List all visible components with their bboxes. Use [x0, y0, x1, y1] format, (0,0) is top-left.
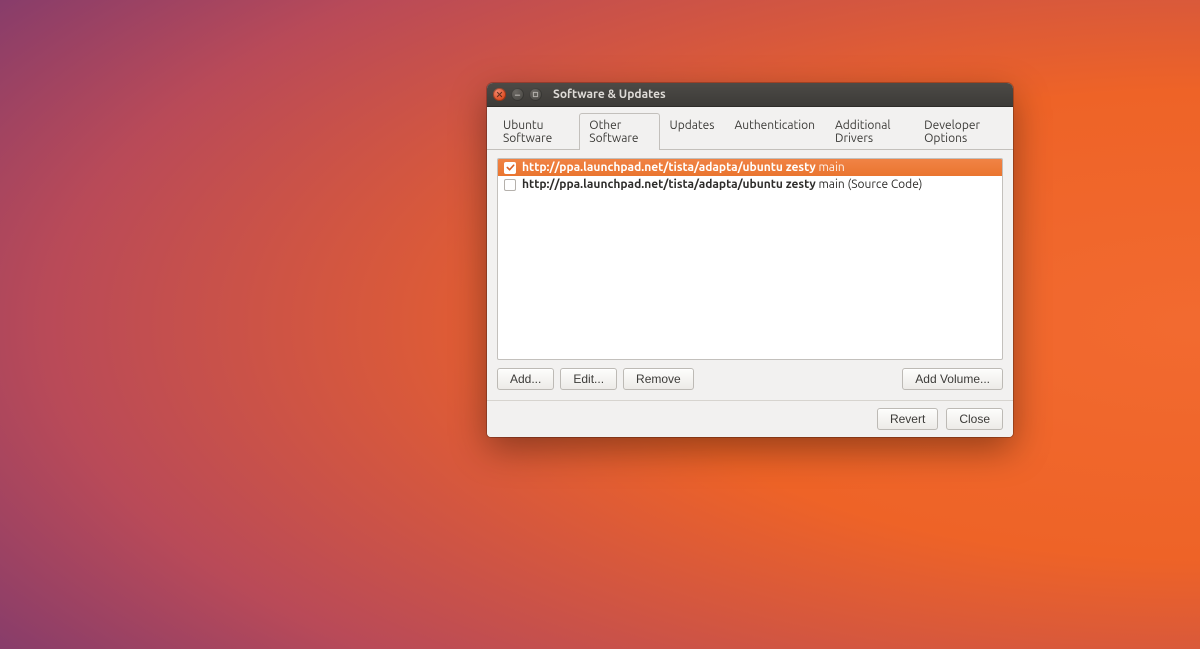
tab-content: http://ppa.launchpad.net/tista/adapta/ub… — [487, 150, 1013, 400]
source-checkbox[interactable] — [504, 162, 516, 174]
titlebar[interactable]: Software & Updates — [487, 83, 1013, 107]
close-button[interactable]: Close — [946, 408, 1003, 430]
tab-additional-drivers[interactable]: Additional Drivers — [825, 113, 914, 150]
tabbar: Ubuntu Software Other Software Updates A… — [487, 107, 1013, 150]
source-row[interactable]: http://ppa.launchpad.net/tista/adapta/ub… — [498, 176, 1002, 193]
tab-ubuntu-software[interactable]: Ubuntu Software — [493, 113, 579, 150]
revert-button[interactable]: Revert — [877, 408, 938, 430]
source-buttons: Add... Edit... Remove Add Volume... — [497, 368, 1003, 390]
source-row[interactable]: http://ppa.launchpad.net/tista/adapta/ub… — [498, 159, 1002, 176]
remove-button[interactable]: Remove — [623, 368, 694, 390]
spacer — [700, 368, 897, 390]
close-icon — [496, 91, 503, 98]
source-text: http://ppa.launchpad.net/tista/adapta/ub… — [522, 161, 845, 174]
source-url: http://ppa.launchpad.net/tista/adapta/ub… — [522, 161, 816, 174]
tab-authentication[interactable]: Authentication — [724, 113, 825, 150]
window-title: Software & Updates — [553, 88, 666, 101]
edit-button[interactable]: Edit... — [560, 368, 617, 390]
window-minimize-button[interactable] — [511, 88, 524, 101]
tab-updates[interactable]: Updates — [660, 113, 725, 150]
software-updates-window: Software & Updates Ubuntu Software Other… — [487, 83, 1013, 437]
check-icon — [506, 163, 515, 172]
minimize-icon — [514, 91, 521, 98]
maximize-icon — [532, 91, 539, 98]
tab-developer-options[interactable]: Developer Options — [914, 113, 1007, 150]
dialog-footer: Revert Close — [487, 400, 1013, 437]
window-close-button[interactable] — [493, 88, 506, 101]
tab-other-software[interactable]: Other Software — [579, 113, 659, 150]
add-button[interactable]: Add... — [497, 368, 554, 390]
source-list[interactable]: http://ppa.launchpad.net/tista/adapta/ub… — [497, 158, 1003, 360]
source-suffix: main — [818, 161, 844, 174]
source-suffix: main (Source Code) — [818, 178, 922, 191]
add-volume-button[interactable]: Add Volume... — [902, 368, 1003, 390]
source-checkbox[interactable] — [504, 179, 516, 191]
source-url: http://ppa.launchpad.net/tista/adapta/ub… — [522, 178, 816, 191]
source-text: http://ppa.launchpad.net/tista/adapta/ub… — [522, 178, 922, 191]
window-maximize-button[interactable] — [529, 88, 542, 101]
